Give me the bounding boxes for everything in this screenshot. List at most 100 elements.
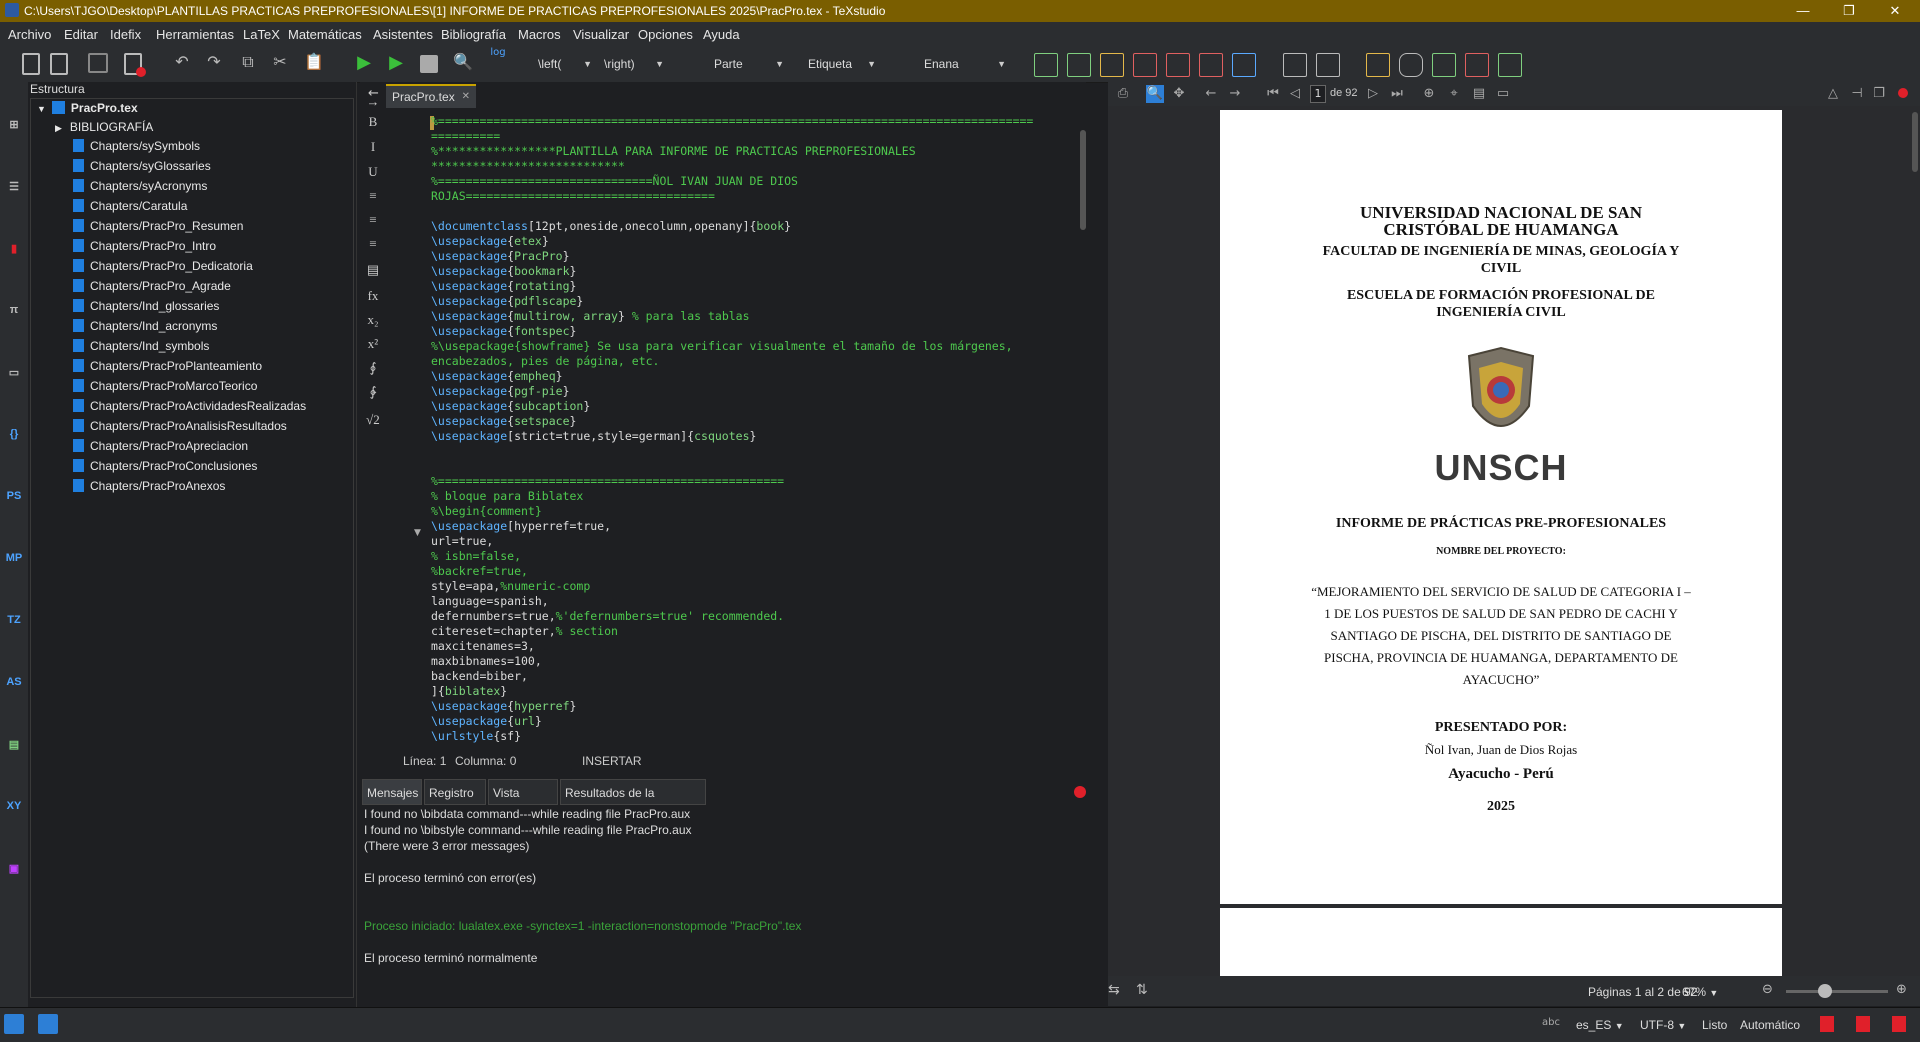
tree-item[interactable]: Chapters/PracPro_Intro [73, 237, 216, 255]
minimize-button[interactable]: — [1780, 0, 1826, 22]
macros-panel-icon[interactable]: ▣ [3, 862, 25, 882]
xy-panel-icon[interactable]: XY [3, 800, 25, 820]
structure-panel-icon[interactable]: ⊞ [3, 118, 25, 138]
menu-idefix[interactable]: Idefix [110, 27, 141, 42]
menu-editar[interactable]: Editar [64, 27, 98, 42]
format-button[interactable]: ∮ [360, 360, 386, 376]
zoom-out-icon[interactable]: ⊖ [1762, 982, 1773, 997]
editor-scroll-thumb[interactable] [1080, 130, 1086, 230]
zoom-in-icon[interactable]: ⊕ [1420, 85, 1438, 103]
format-button[interactable]: ▤ [360, 262, 386, 278]
fit-width-icon[interactable]: ▤ [1470, 85, 1488, 103]
close-file-icon[interactable] [124, 53, 146, 77]
toggle-structure-icon[interactable] [4, 1014, 24, 1034]
pstricks-panel-icon[interactable]: PS [3, 490, 25, 510]
close-messages-icon[interactable] [1074, 786, 1086, 798]
braces-panel-icon[interactable]: {} [3, 428, 25, 448]
maximize-button[interactable]: ❐ [1826, 0, 1872, 22]
table-delete-icon[interactable] [1199, 53, 1223, 77]
page-number-input[interactable]: 1 [1310, 85, 1326, 103]
auto-mode-label[interactable]: Automático [1740, 1018, 1800, 1032]
pdf-back-icon[interactable]: ← [1202, 85, 1220, 103]
build-and-view-icon[interactable]: ▶ [352, 52, 376, 73]
tree-item[interactable]: Chapters/sySymbols [73, 137, 200, 155]
language-combo[interactable]: es_ES ▼ [1576, 1018, 1624, 1032]
bookmark-red-icon-3[interactable] [1892, 1016, 1906, 1032]
tree-item[interactable]: Chapters/Caratula [73, 197, 187, 215]
bookmark-red-icon-1[interactable] [1820, 1016, 1834, 1032]
cut-icon[interactable]: ✂ [268, 52, 292, 71]
pdf-viewer[interactable]: UNIVERSIDAD NACIONAL DE SAN CRISTÓBAL DE… [1108, 106, 1920, 978]
right-delimiter-combo[interactable]: \right) ▼ [604, 53, 666, 75]
format-button[interactable]: B [360, 114, 386, 130]
left-delimiter-combo[interactable]: \left(▼ [538, 53, 594, 75]
tree-item[interactable]: Chapters/PracProMarcoTeorico [73, 377, 257, 395]
part-combo[interactable]: Parte ▼ [714, 53, 786, 75]
format-button[interactable]: I [360, 139, 386, 155]
tree-item[interactable]: Chapters/Ind_symbols [73, 337, 209, 355]
files-panel-icon[interactable]: ▭ [3, 366, 25, 386]
menu-bibliografia[interactable]: Bibliografía [441, 27, 506, 42]
copy-icon[interactable]: ⧉ [236, 52, 260, 72]
structure-tree[interactable]: ▼ PracPro.tex ▶ BIBLIOGRAFÍA Chapters/sySy… [30, 98, 354, 998]
tab-registro[interactable]: Registro [424, 779, 486, 805]
tree-item[interactable]: Chapters/PracPro_Dedicatoria [73, 257, 253, 275]
menu-ayuda[interactable]: Ayuda [703, 27, 740, 42]
format-button[interactable]: x² [360, 336, 386, 352]
pdf-forward-icon[interactable]: → [1226, 85, 1244, 103]
zoom-in-bottom-icon[interactable]: ⊕ [1896, 982, 1907, 997]
table-add-column-icon[interactable] [1067, 53, 1091, 77]
menu-macros[interactable]: Macros [518, 27, 561, 42]
back-arrow-icon[interactable]: ← [368, 86, 379, 101]
format-button[interactable]: ≡ [360, 188, 386, 204]
tree-item[interactable]: Chapters/PracProActividadesRealizadas [73, 397, 306, 415]
insert-chart-icon[interactable] [1498, 53, 1522, 77]
format-button[interactable]: ≡ [360, 236, 386, 252]
close-window-button[interactable]: ✕ [1872, 0, 1918, 22]
bookmark-red-icon-2[interactable] [1856, 1016, 1870, 1032]
spellcheck-icon[interactable]: abc [1542, 1017, 1560, 1028]
zoom-slider-handle[interactable] [1818, 984, 1832, 998]
sync-scroll-icon[interactable]: ⇅ [1136, 982, 1148, 998]
table-align-icon[interactable] [1232, 53, 1256, 77]
view-pdf-icon[interactable]: 🔍 [451, 52, 475, 71]
pdf-scrollbar[interactable] [1910, 106, 1920, 976]
code-editor[interactable]: ▼ %=====================================… [386, 108, 1076, 748]
stop-compile-icon[interactable] [420, 55, 438, 73]
menu-archivo[interactable]: Archivo [8, 27, 51, 42]
metapost-panel-icon[interactable]: MP [3, 552, 25, 572]
beamer-panel-icon[interactable]: ▤ [3, 738, 25, 758]
tree-item[interactable]: Chapters/Ind_glossaries [73, 297, 219, 315]
tree-item[interactable]: Chapters/syGlossaries [73, 157, 211, 175]
tree-item[interactable]: Chapters/PracProAnalisisResultados [73, 417, 287, 435]
tree-item[interactable]: Chapters/PracPro_Resumen [73, 217, 243, 235]
tree-item[interactable]: Chapters/Ind_acronyms [73, 317, 217, 335]
sync-icon[interactable]: ⇆ [1108, 982, 1120, 998]
tab-mensajes[interactable]: Mensajes [362, 779, 422, 805]
menu-latex[interactable]: LaTeX [243, 27, 280, 42]
fit-page-icon[interactable]: ⌖ [1445, 85, 1463, 103]
format-button[interactable]: U [360, 164, 386, 180]
close-tab-icon[interactable]: ✕ [462, 86, 470, 108]
insert-text-red-icon[interactable] [1465, 53, 1489, 77]
encoding-combo[interactable]: UTF-8 ▼ [1640, 1018, 1686, 1032]
table-remove-column-icon[interactable] [1166, 53, 1190, 77]
close-pdf-icon[interactable] [1898, 88, 1908, 98]
tikz-panel-icon[interactable]: TZ [3, 614, 25, 634]
tree-item[interactable]: Chapters/PracProConclusiones [73, 457, 257, 475]
tree-item[interactable]: Chapters/PracPro_Agrade [73, 277, 231, 295]
pdf-scroll-up-icon[interactable]: △ [1824, 85, 1842, 103]
redo-icon[interactable]: ↷ [202, 52, 226, 71]
zoom-tool-icon[interactable]: 🔍 [1146, 85, 1164, 103]
toggle-messages-icon[interactable] [38, 1014, 58, 1034]
first-page-icon[interactable]: ⏮ [1264, 85, 1282, 103]
format-button[interactable]: x₂ [360, 312, 386, 328]
presentation-icon[interactable]: ▭ [1494, 85, 1512, 103]
menu-herramientas[interactable]: Herramientas [156, 27, 234, 42]
tree-root[interactable]: ▼ PracPro.tex [37, 99, 138, 117]
pdf-embed-icon[interactable]: ⊣ [1848, 85, 1866, 103]
format-button[interactable]: √2 [360, 412, 386, 428]
format-button[interactable]: ∲ [360, 384, 386, 400]
insert-text-green-icon[interactable] [1432, 53, 1456, 77]
undo-icon[interactable]: ↶ [170, 52, 194, 71]
